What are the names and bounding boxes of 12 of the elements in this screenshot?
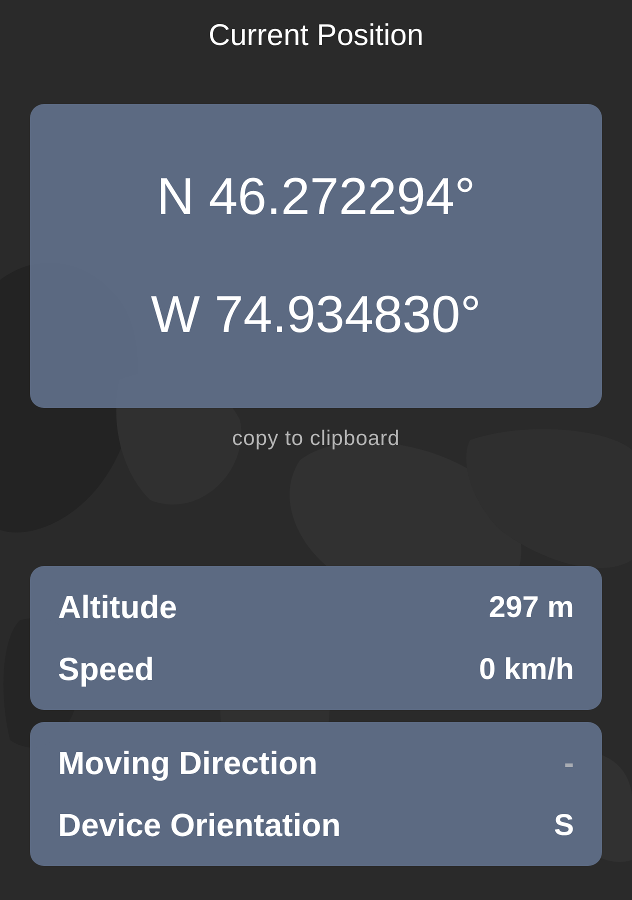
info-value: 0 km/h [478,652,574,688]
latitude-text: N 46.272294° [156,171,476,223]
info-label: Device Orientation [58,806,341,845]
info-label: Moving Direction [58,744,318,783]
info-value: 297 m [488,590,574,626]
copy-to-clipboard-link[interactable]: copy to clipboard [232,423,400,455]
info-value: - [564,746,574,782]
info-label: Speed [58,650,154,689]
longitude-text: W 74.934830° [150,289,482,341]
screen-title: Current Position [208,18,424,54]
info-label: Altitude [58,588,178,627]
info-value: S [554,808,574,844]
